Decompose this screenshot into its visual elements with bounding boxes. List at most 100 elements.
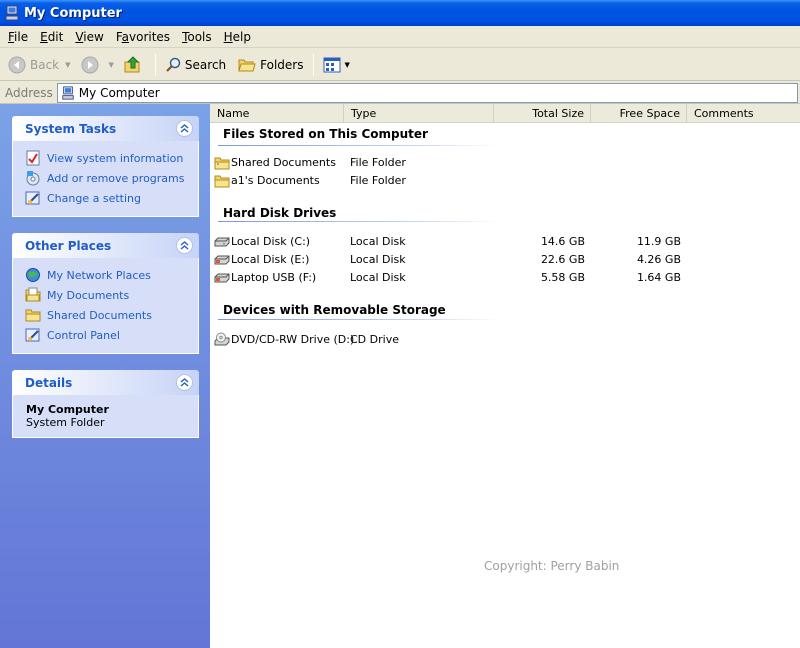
list-item[interactable]: Laptop USB (F:) Local Disk 5.58 GB 1.64 … <box>210 269 800 287</box>
back-button[interactable]: Back <box>4 52 63 78</box>
shared-documents-label: Shared Documents <box>47 308 152 322</box>
item-type: File Folder <box>350 174 406 187</box>
item-name: Local Disk (C:) <box>231 235 311 248</box>
hard-disk-icon <box>214 273 230 283</box>
item-total-size: 22.6 GB <box>540 253 585 266</box>
window-title: My Computer <box>24 5 122 21</box>
back-label: Back <box>30 57 60 72</box>
search-button[interactable]: Search <box>161 52 230 78</box>
item-name: Shared Documents <box>231 156 336 169</box>
item-name: Local Disk (E:) <box>231 253 310 266</box>
other-places-panel: Other Places My Network Places My Docume… <box>12 233 199 354</box>
control-panel-icon <box>25 191 40 205</box>
collapse-chevron-icon[interactable] <box>176 237 193 254</box>
item-free-space: 1.64 GB <box>636 271 681 284</box>
group-title: Files Stored on This Computer <box>223 127 428 141</box>
system-info-icon <box>26 150 40 166</box>
item-type: CD Drive <box>350 333 399 346</box>
item-type: Local Disk <box>350 235 406 248</box>
folders-label: Folders <box>260 57 304 72</box>
menu-help[interactable]: Help <box>218 28 257 46</box>
forward-button[interactable] <box>77 52 107 78</box>
hard-disk-icon <box>214 255 230 265</box>
details-body: My Computer System Folder <box>12 395 199 438</box>
column-comments[interactable]: Comments <box>687 104 800 123</box>
list-item[interactable]: Shared Documents File Folder <box>210 154 800 172</box>
my-documents-link[interactable]: My Documents <box>25 285 198 305</box>
views-dropdown-icon: ▼ <box>344 60 350 69</box>
forward-arrow-icon <box>81 56 99 73</box>
collapse-chevron-icon[interactable] <box>176 374 193 391</box>
other-places-header[interactable]: Other Places <box>12 233 199 258</box>
details-header[interactable]: Details <box>12 370 199 395</box>
view-system-info-label: View system information <box>47 151 184 165</box>
control-panel-label: Control Panel <box>47 328 120 342</box>
menu-view[interactable]: View <box>69 28 109 46</box>
item-type: Local Disk <box>350 271 406 284</box>
menu-bar: File Edit View Favorites Tools Help <box>0 26 800 48</box>
details-item-name: My Computer <box>26 403 109 416</box>
column-free-space[interactable]: Free Space <box>591 104 687 123</box>
group-divider <box>218 145 500 146</box>
menu-favorites[interactable]: Favorites <box>110 28 176 46</box>
column-name[interactable]: Name <box>210 104 344 123</box>
menu-file[interactable]: File <box>2 28 34 46</box>
back-dropdown-icon[interactable]: ▼ <box>65 61 70 69</box>
add-remove-programs-link[interactable]: Add or remove programs <box>25 168 198 188</box>
details-title: Details <box>25 375 73 390</box>
add-remove-programs-icon <box>26 171 40 186</box>
search-label: Search <box>184 57 227 72</box>
column-total-size[interactable]: Total Size <box>494 104 591 123</box>
details-panel: Details My Computer System Folder <box>12 370 199 438</box>
menu-edit[interactable]: Edit <box>34 28 69 46</box>
views-button[interactable]: ▼ <box>319 52 354 78</box>
content-pane: Name Type Total Size Free Space Comments… <box>210 104 800 648</box>
system-tasks-panel: System Tasks View system information Add… <box>12 116 199 217</box>
network-places-icon <box>26 268 40 282</box>
item-free-space: 4.26 GB <box>636 253 681 266</box>
group-title: Hard Disk Drives <box>223 206 337 220</box>
my-documents-icon <box>25 287 41 302</box>
cd-drive-icon <box>214 332 230 346</box>
control-panel-link[interactable]: Control Panel <box>25 325 198 345</box>
system-tasks-title: System Tasks <box>25 121 117 136</box>
toolbar-separator <box>312 53 314 76</box>
forward-dropdown-icon[interactable]: ▼ <box>109 61 114 69</box>
item-name: a1's Documents <box>231 174 320 187</box>
address-value: My Computer <box>78 85 160 100</box>
column-type[interactable]: Type <box>344 104 494 123</box>
search-icon <box>166 57 181 72</box>
address-field[interactable]: My Computer <box>56 82 798 103</box>
system-tasks-body: View system information Add or remove pr… <box>12 141 199 217</box>
change-setting-link[interactable]: Change a setting <box>25 188 198 208</box>
item-type: File Folder <box>350 156 406 169</box>
list-item[interactable]: a1's Documents File Folder <box>210 172 800 190</box>
change-setting-label: Change a setting <box>47 191 141 205</box>
list-item[interactable]: DVD/CD-RW Drive (D:) CD Drive <box>210 331 800 349</box>
list-item[interactable]: Local Disk (E:) Local Disk 22.6 GB 4.26 … <box>210 251 800 269</box>
up-button[interactable] <box>120 52 150 78</box>
folders-button[interactable]: Folders <box>234 52 307 78</box>
title-bar[interactable]: My Computer <box>0 0 800 26</box>
list-item[interactable]: Local Disk (C:) Local Disk 14.6 GB 11.9 … <box>210 233 800 251</box>
task-pane: System Tasks View system information Add… <box>0 104 210 648</box>
item-name: Laptop USB (F:) <box>231 271 317 284</box>
group-title: Devices with Removable Storage <box>223 303 446 317</box>
folder-icon <box>214 157 230 170</box>
watermark: Copyright: Perry Babin <box>484 559 620 573</box>
shared-documents-link[interactable]: Shared Documents <box>25 305 198 325</box>
item-free-space: 11.9 GB <box>636 235 681 248</box>
views-icon <box>323 57 340 72</box>
my-network-places-link[interactable]: My Network Places <box>25 265 198 285</box>
my-documents-label: My Documents <box>47 288 130 302</box>
item-type: Local Disk <box>350 253 406 266</box>
hard-disk-icon <box>214 237 230 247</box>
view-system-info-link[interactable]: View system information <box>25 148 198 168</box>
control-panel-icon <box>25 328 40 342</box>
system-tasks-header[interactable]: System Tasks <box>12 116 199 141</box>
item-total-size: 5.58 GB <box>540 271 585 284</box>
my-computer-icon <box>5 5 19 21</box>
collapse-chevron-icon[interactable] <box>176 120 193 137</box>
menu-tools[interactable]: Tools <box>176 28 218 46</box>
column-header: Name Type Total Size Free Space Comments <box>210 104 800 123</box>
